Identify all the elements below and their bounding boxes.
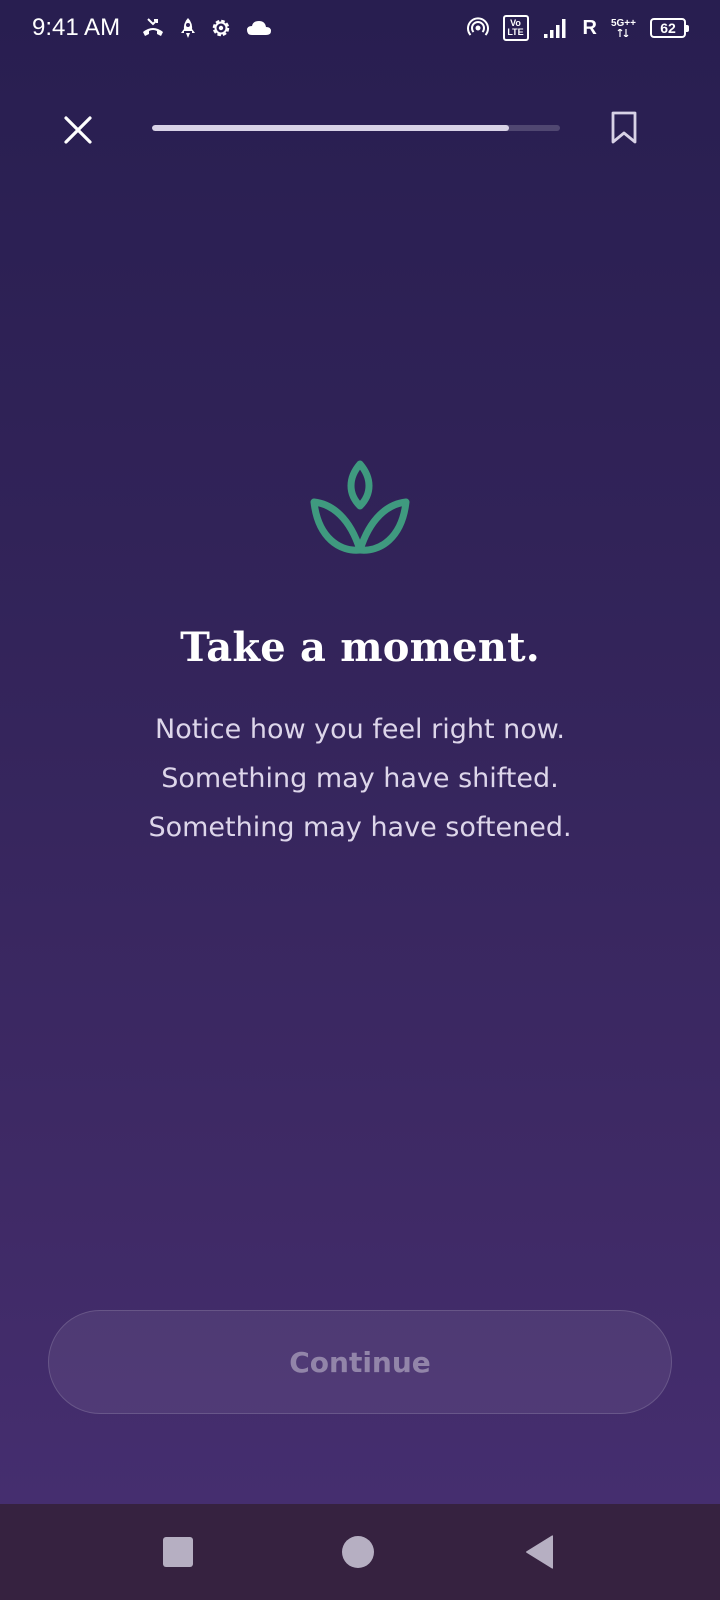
- recent-apps-icon: [163, 1537, 193, 1567]
- volte-bottom-label: LTE: [507, 27, 524, 37]
- home-button[interactable]: [340, 1534, 376, 1570]
- status-bar: 9:41 AM Vo LTE R 5G++ 62: [0, 0, 720, 56]
- battery-level: 62: [660, 20, 676, 36]
- progress-bar: [152, 125, 560, 131]
- home-icon: [342, 1536, 374, 1568]
- close-icon: [64, 116, 92, 144]
- settings-icon: [210, 17, 232, 39]
- continue-button[interactable]: Continue: [48, 1310, 672, 1414]
- status-right: Vo LTE R 5G++ 62: [466, 15, 689, 41]
- page-title: Take a moment.: [180, 624, 540, 671]
- rocket-icon: [180, 17, 196, 39]
- signal-icon: [543, 17, 569, 39]
- navigation-bar: [0, 1504, 720, 1600]
- back-button[interactable]: [522, 1532, 558, 1572]
- body-line: Something may have softened.: [148, 812, 572, 843]
- cloud-icon: [246, 19, 272, 37]
- bookmark-button[interactable]: [602, 106, 646, 150]
- recent-apps-button[interactable]: [160, 1534, 196, 1570]
- lotus-icon: [310, 460, 410, 554]
- top-bar: [0, 96, 720, 160]
- status-time: 9:41 AM: [32, 14, 121, 41]
- back-icon: [526, 1535, 553, 1569]
- bookmark-icon: [611, 111, 637, 144]
- hotspot-icon: [466, 17, 489, 39]
- progress-fill: [152, 125, 509, 131]
- body-text: Notice how you feel right now. Something…: [148, 705, 571, 852]
- missed-call-icon: [140, 17, 166, 39]
- body-line: Something may have shifted.: [161, 763, 559, 794]
- status-left: 9:41 AM: [32, 14, 272, 42]
- body-line: Notice how you feel right now.: [155, 714, 565, 745]
- roaming-label: R: [582, 17, 597, 39]
- network-type: 5G++: [611, 19, 636, 37]
- volte-icon: Vo LTE: [502, 15, 529, 41]
- network-label: 5G++: [610, 18, 636, 29]
- main-content: Take a moment. Notice how you feel right…: [0, 460, 720, 852]
- close-button[interactable]: [56, 108, 100, 152]
- battery-icon: 62: [650, 18, 689, 38]
- data-arrows-icon: [618, 29, 629, 37]
